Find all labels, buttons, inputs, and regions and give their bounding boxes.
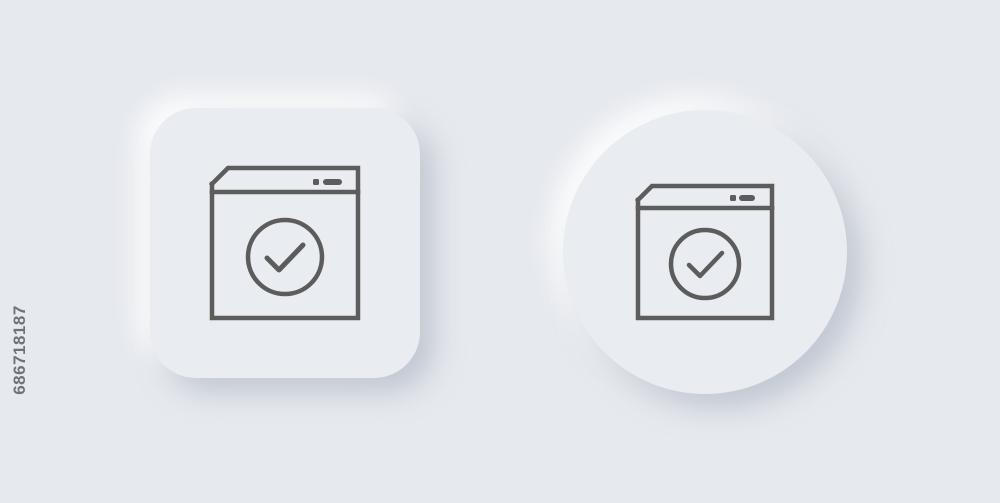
watermark-id: 686718187 (10, 305, 29, 395)
browser-check-icon (635, 183, 775, 321)
canvas: 686718187 (0, 0, 1000, 503)
stock-watermark: 686718187 (8, 265, 32, 435)
circle-icon-tile (563, 110, 847, 394)
browser-check-icon (209, 165, 361, 321)
square-icon-tile (150, 108, 420, 378)
